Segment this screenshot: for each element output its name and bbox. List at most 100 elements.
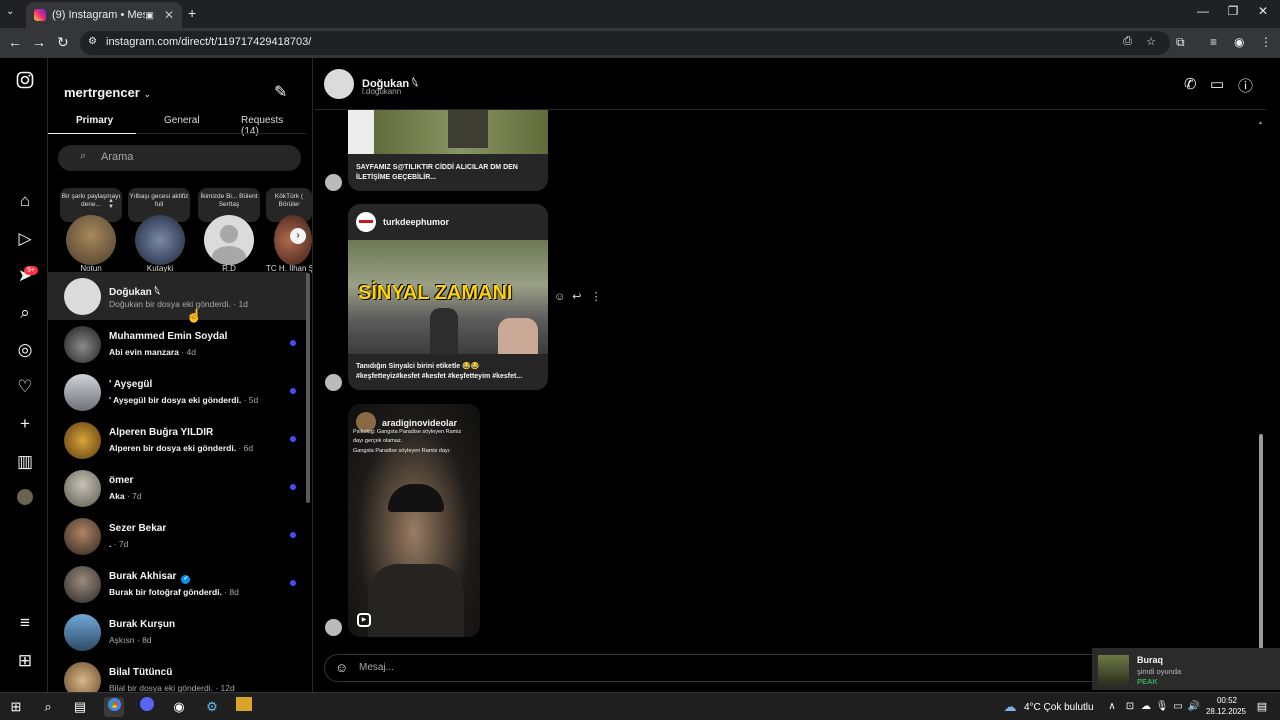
conversation-item[interactable]: Alperen Buğra YILDIR Alperen bir dosya e…: [48, 416, 308, 464]
preview-time: · 6d: [236, 443, 254, 453]
search-input[interactable]: ⌕ Arama: [58, 145, 301, 171]
emoji-picker-icon[interactable]: ☺: [335, 660, 348, 675]
conversation-preview: Aşkısn · 8d: [109, 635, 152, 645]
more-options-icon[interactable]: ⋮: [591, 291, 602, 303]
preview-time: · 7d: [124, 491, 142, 501]
reply-icon[interactable]: ↩: [572, 291, 581, 303]
home-icon[interactable]: ⌂: [14, 190, 36, 212]
show-hidden-icons-icon[interactable]: ∧: [1102, 697, 1122, 717]
react-emoji-icon[interactable]: ☺: [554, 291, 565, 303]
clock-date[interactable]: 28.12.2025: [1202, 707, 1250, 716]
browser-tab[interactable]: (9) Instagram • Mesajlar ▣ ✕: [26, 2, 182, 28]
bookmark-star-icon[interactable]: ☆: [1146, 35, 1156, 48]
explore-icon[interactable]: ◎: [14, 339, 36, 361]
shared-reel[interactable]: aradiginovideolar Psikolog: Gangsta Para…: [348, 404, 480, 637]
reload-icon[interactable]: ↻: [57, 34, 69, 51]
instagram-favicon-icon: [34, 9, 46, 21]
avatar[interactable]: [66, 215, 116, 265]
site-info-icon[interactable]: ⚙: [88, 36, 97, 47]
install-app-icon[interactable]: ⎙: [1123, 35, 1132, 48]
post-caption: SAYFAMIZ S@TILIKTIR CİDDİ ALICILAR DM DE…: [356, 164, 518, 181]
menu-kebab-icon[interactable]: ⋮: [1260, 35, 1272, 49]
conversation-name: Muhammed Emin Soydal: [109, 331, 228, 342]
weather-cloud-icon: ☁: [1003, 699, 1017, 714]
info-icon[interactable]: ⓘ: [1238, 75, 1253, 96]
tab-general[interactable]: General: [164, 115, 200, 126]
scroll-notes-icon: ▲ ▼: [108, 198, 114, 210]
more-menu-icon[interactable]: ≡: [14, 612, 36, 634]
restore-icon[interactable]: ❐: [1218, 4, 1248, 18]
dashboard-icon[interactable]: ▥: [14, 451, 36, 473]
conversation-item[interactable]: ' Ayşegül ' Ayşegül bir dosya eki gönder…: [48, 368, 308, 416]
notes-next-arrow-icon[interactable]: ›: [290, 228, 306, 244]
conversation-preview: Alperen bir dosya eki gönderdi. · 6d: [109, 443, 253, 453]
conversation-name: Bilal Tütüncü: [109, 667, 173, 678]
extensions-icon[interactable]: ⧉: [1176, 35, 1185, 50]
forward-icon[interactable]: →: [32, 34, 46, 50]
shared-post[interactable]: SAYFAMIZ S@TILIKTIR CİDDİ ALICILAR DM DE…: [348, 110, 548, 191]
video-call-icon[interactable]: ▭: [1210, 75, 1224, 93]
conversation-item[interactable]: Burak Akhisar ✓ Burak bir fotoğraf gönder…: [48, 560, 308, 608]
clock-time[interactable]: 00:52: [1210, 696, 1244, 705]
chevron-down-icon: ⌄: [143, 89, 152, 99]
tab-primary[interactable]: Primary: [76, 115, 113, 126]
reel-text: Psikolog: Gangsta Paradise söyleyen Rami…: [353, 429, 462, 444]
media-control-icon[interactable]: ≡: [1210, 35, 1217, 49]
discord-icon[interactable]: [137, 697, 157, 717]
steam-icon[interactable]: ⚙: [202, 697, 222, 717]
phone-call-icon[interactable]: ✆: [1184, 75, 1197, 93]
game-activity-toast[interactable]: Buraq şimdi oyunda PEAK: [1092, 648, 1280, 690]
conversation-item[interactable]: Doğukan 𓆩 Doğukan bir dosya eki gönderdi…: [48, 272, 308, 320]
search-icon[interactable]: ⌕: [38, 697, 58, 717]
post-caption: Tanıdığın Sinyalci birini etiketle 😂😂 #k…: [356, 362, 544, 382]
back-icon[interactable]: ←: [8, 34, 22, 50]
also-from-meta-icon[interactable]: ⊞: [14, 650, 36, 672]
conversation-item[interactable]: Burak Kurşun Aşkısn · 8d: [48, 608, 308, 656]
conversation-name: Burak Kurşun: [109, 619, 176, 630]
unread-dot: [290, 340, 296, 346]
weather-text[interactable]: 4°C Çok bulutlu: [1024, 702, 1094, 713]
chat-scrollbar[interactable]: ▲ ▼: [1258, 120, 1264, 690]
toast-status: şimdi oyunda: [1137, 667, 1182, 676]
minimize-icon[interactable]: —: [1188, 4, 1218, 18]
notification-center-icon[interactable]: ▤: [1252, 697, 1272, 717]
avatar[interactable]: [204, 215, 254, 265]
shared-post[interactable]: turkdeephumor SİNYAL ZAMANI Tanıdığın Si…: [348, 204, 548, 390]
avatar[interactable]: [135, 215, 185, 265]
instagram-logo-icon[interactable]: [14, 71, 36, 93]
game-app-icon[interactable]: [234, 697, 254, 717]
close-window-icon[interactable]: ✕: [1248, 4, 1278, 18]
browser-toolbar: ← → ↻ ⚙ instagram.com/direct/t/119717429…: [0, 28, 1280, 58]
preview-text: Alperen bir dosya eki gönderdi.: [109, 443, 237, 453]
scroll-thumb[interactable]: [1259, 434, 1263, 680]
task-view-icon[interactable]: ▤: [70, 697, 90, 717]
avatar[interactable]: [324, 69, 354, 99]
scroll-up-icon[interactable]: ▲: [1258, 120, 1263, 126]
volume-icon[interactable]: 🔊: [1184, 697, 1204, 717]
conversation-item[interactable]: Muhammed Emin Soydal Abi evin manzara · …: [48, 320, 308, 368]
search-icon[interactable]: ⌕: [14, 302, 36, 324]
create-plus-icon[interactable]: +: [14, 413, 36, 435]
post-image-person: [430, 308, 458, 354]
conversation-name: Burak Akhisar ✓: [109, 571, 191, 584]
address-bar[interactable]: ⚙ instagram.com/direct/t/119717429418703…: [80, 31, 1170, 55]
tab-search-button[interactable]: ⌄: [6, 6, 14, 17]
conversation-item[interactable]: Sezer Bekar . · 7d: [48, 512, 308, 560]
profile-avatar-icon[interactable]: ◉: [1234, 35, 1244, 49]
obs-icon[interactable]: ◉: [169, 697, 189, 717]
reel-text: Gangsta Paradise söyleyen Ramiz dayı:: [353, 448, 451, 454]
new-message-icon[interactable]: ✎: [274, 82, 287, 102]
notifications-heart-icon[interactable]: ♡: [14, 376, 36, 398]
inbox-scrollbar[interactable]: [306, 273, 310, 503]
conversation-item[interactable]: Bilal Tütüncü Bilal bir dosya eki gönder…: [48, 656, 308, 692]
windows-taskbar: ⊞ ⌕ ▤ ◉ ⚙ ☁ 4°C Çok bulutlu ∧ ⊡ ☁ 🎙 ▭ 🔊 …: [0, 692, 1280, 720]
new-tab-button[interactable]: +: [188, 5, 196, 21]
conversation-item[interactable]: ömer Aka · 7d: [48, 464, 308, 512]
windows-start-icon[interactable]: ⊞: [6, 697, 26, 717]
profile-avatar-icon[interactable]: [14, 489, 36, 511]
close-tab-icon[interactable]: ✕: [164, 8, 174, 22]
account-switcher[interactable]: mertrgencer ⌄: [64, 85, 151, 100]
reels-icon[interactable]: ▷: [14, 228, 36, 250]
note-text: Yılbaşı gecesi aktifiz full: [129, 193, 189, 208]
chrome-icon[interactable]: [104, 697, 124, 717]
